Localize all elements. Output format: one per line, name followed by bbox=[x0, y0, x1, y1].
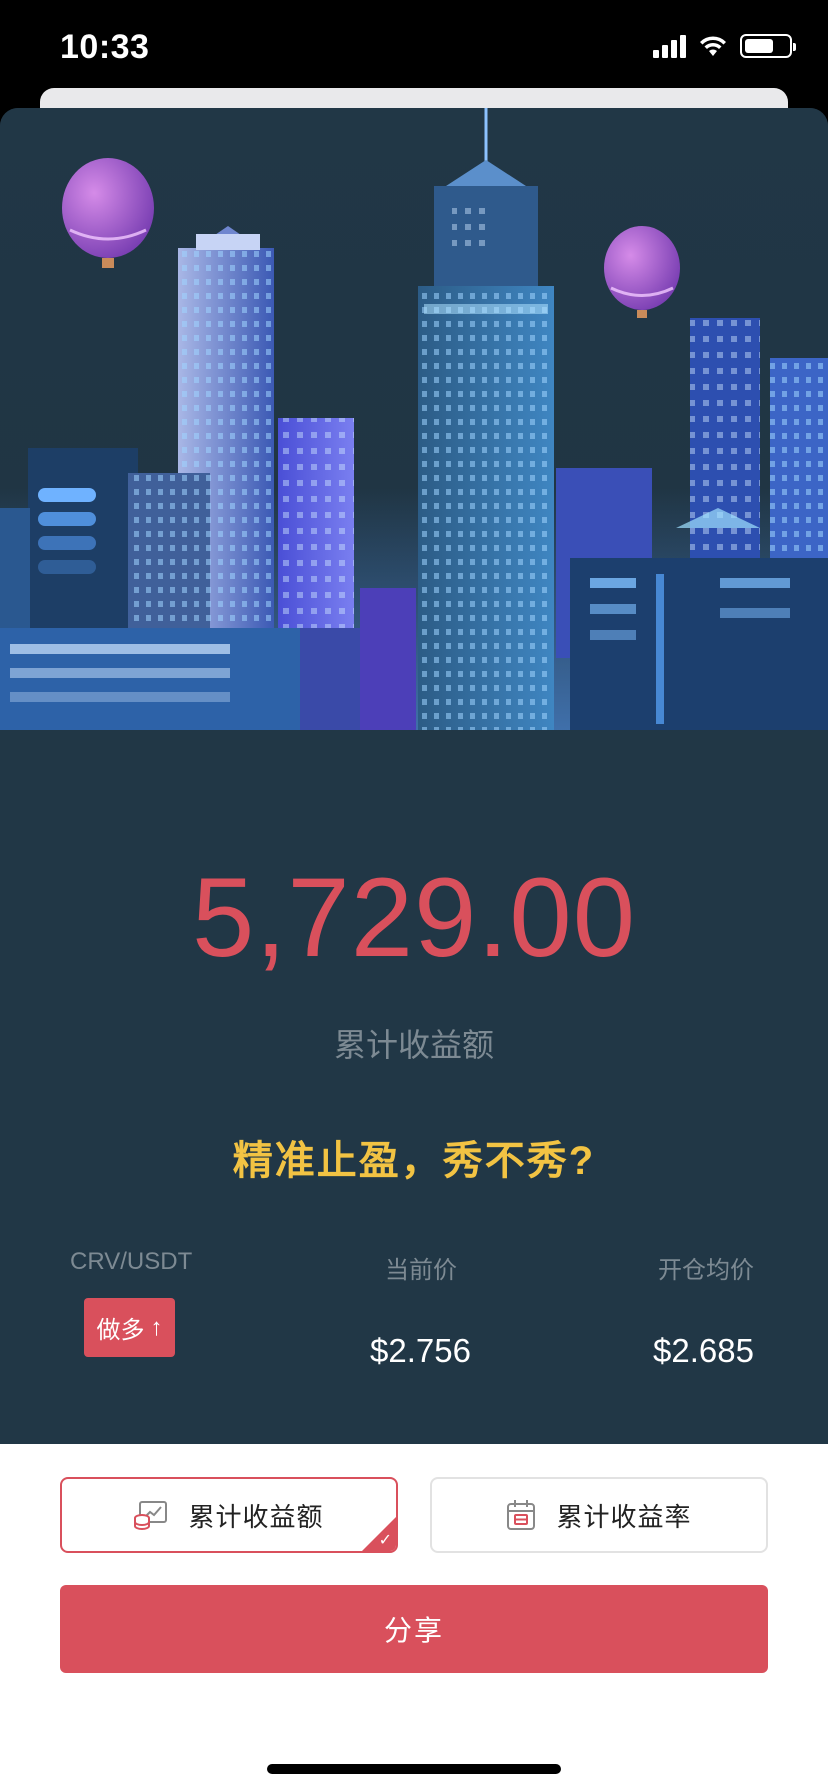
wifi-icon bbox=[700, 36, 726, 56]
long-direction-badge: 做多 ↑ bbox=[84, 1298, 175, 1357]
current-price-label: 当前价 bbox=[385, 1257, 457, 1284]
share-card: 5,729.00 累计收益额 精准止盈，秀不秀? CRV/USDT 当前价 开仓… bbox=[0, 108, 828, 1448]
up-arrow-icon: ↑ bbox=[150, 1313, 163, 1341]
cellular-signal-icon bbox=[653, 34, 686, 58]
trading-pair: CRV/USDT bbox=[70, 1248, 193, 1275]
home-indicator bbox=[267, 1764, 561, 1774]
current-price-value: $2.756 bbox=[370, 1332, 471, 1369]
city-skyline-illustration bbox=[0, 108, 828, 730]
avg-open-price-label: 开仓均价 bbox=[658, 1257, 754, 1284]
battery-icon bbox=[740, 34, 796, 58]
status-time: 10:33 bbox=[60, 28, 150, 66]
status-bar: 10:33 bbox=[0, 0, 828, 100]
direction-label: 做多 bbox=[96, 1317, 145, 1344]
option-left-label: 累计收益额 bbox=[188, 1501, 324, 1532]
checkmark-icon: ✓ bbox=[378, 1532, 392, 1549]
share-button[interactable]: 分享 bbox=[60, 1585, 768, 1673]
option-cumulative-profit-rate[interactable]: 累计收益率 bbox=[430, 1477, 768, 1553]
profit-chart-icon bbox=[134, 1501, 168, 1530]
calendar-icon bbox=[507, 1500, 536, 1530]
share-options-panel: 累计收益额 ✓ 累计收益率 分享 bbox=[0, 1444, 828, 1792]
cumulative-profit-amount: 5,729.00 bbox=[192, 855, 636, 980]
slogan-text: 精准止盈，秀不秀? bbox=[232, 1139, 596, 1183]
option-right-label: 累计收益率 bbox=[556, 1501, 692, 1532]
status-icons bbox=[653, 34, 796, 58]
cumulative-profit-label: 累计收益额 bbox=[333, 1027, 494, 1063]
option-cumulative-profit-amount[interactable]: 累计收益额 ✓ bbox=[60, 1477, 398, 1553]
avg-open-price-value: $2.685 bbox=[653, 1332, 754, 1369]
